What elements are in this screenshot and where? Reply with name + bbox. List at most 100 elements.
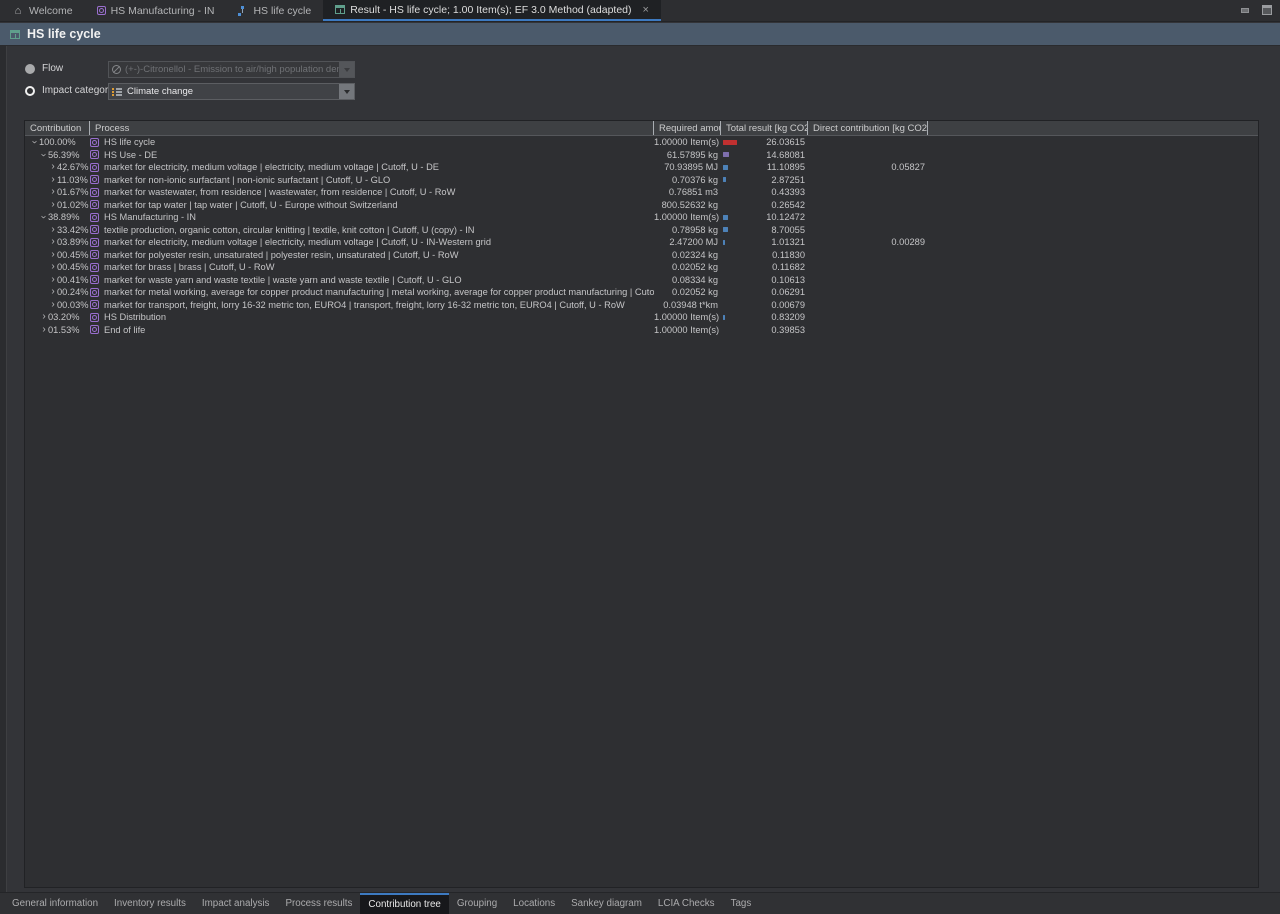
tree-row[interactable]: ›42.67%market for electricity, medium vo… <box>25 161 1258 174</box>
result-tab-lcia-checks[interactable]: LCIA Checks <box>650 893 723 914</box>
editor-tab[interactable]: Result - HS life cycle; 1.00 Item(s); EF… <box>323 0 661 21</box>
required-amount-cell: 0.03948 t*km <box>654 300 721 310</box>
contribution-bar <box>723 140 737 145</box>
result-tab-impact-analysis[interactable]: Impact analysis <box>194 893 278 914</box>
tree-row[interactable]: ›03.89%market for electricity, medium vo… <box>25 236 1258 249</box>
direct-contribution-cell: 0.05827 <box>807 162 926 172</box>
process-icon <box>90 300 99 309</box>
flow-dropdown[interactable]: (+-)-Citronellol - Emission to air/high … <box>108 61 355 78</box>
minimize-icon[interactable] <box>1240 5 1250 14</box>
expand-chevron-icon[interactable]: › <box>40 312 48 322</box>
editor-tab-label: HS Manufacturing - IN <box>111 5 215 17</box>
collapse-chevron-icon[interactable]: › <box>29 138 39 146</box>
required-amount-cell: 0.02052 kg <box>654 262 721 272</box>
expand-chevron-icon[interactable]: › <box>49 262 57 272</box>
contribution-percent: 56.39% <box>48 150 80 160</box>
tree-row[interactable]: ›00.41%market for waste yarn and waste t… <box>25 274 1258 287</box>
chevron-down-icon[interactable] <box>339 62 354 77</box>
impact-radio-row: Impact category <box>25 85 113 96</box>
result-tab-process-results[interactable]: Process results <box>277 893 360 914</box>
process-cell: HS Distribution <box>90 312 654 322</box>
required-amount-cell: 0.76851 m3 <box>654 187 721 197</box>
application-window: Welcome HS Manufacturing - IN HS life cycl… <box>0 0 1280 914</box>
expand-chevron-icon[interactable]: › <box>49 200 57 210</box>
required-amount-cell: 0.78958 kg <box>654 225 721 235</box>
process-cell: HS Manufacturing - IN <box>90 212 654 222</box>
impact-category-dropdown[interactable]: Climate change <box>108 83 355 100</box>
tree-row[interactable]: ›01.53%End of life1.00000 Item(s)0.39853 <box>25 324 1258 337</box>
expand-chevron-icon[interactable]: › <box>40 325 48 335</box>
expand-chevron-icon[interactable]: › <box>49 287 57 297</box>
result-tab-contribution-tree[interactable]: Contribution tree <box>360 893 448 914</box>
tree-row[interactable]: ›01.67%market for wastewater, from resid… <box>25 186 1258 199</box>
collapse-chevron-icon[interactable]: › <box>38 151 48 159</box>
tree-row[interactable]: ›56.39%HS Use - DE61.57895 kg14.68081 <box>25 149 1258 162</box>
contribution-bar-cell <box>721 140 741 145</box>
expand-chevron-icon[interactable]: › <box>49 175 57 185</box>
contribution-percent: 01.02% <box>57 200 89 210</box>
result-tab-general-information[interactable]: General information <box>4 893 106 914</box>
contribution-cell: ›00.03% <box>25 300 90 310</box>
contribution-bar-cell <box>721 315 741 320</box>
tree-row[interactable]: ›33.42%textile production, organic cotto… <box>25 224 1258 237</box>
tree-row[interactable]: ›03.20%HS Distribution1.00000 Item(s)0.8… <box>25 311 1258 324</box>
flow-radio[interactable] <box>25 64 35 74</box>
result-tab-tags[interactable]: Tags <box>723 893 760 914</box>
expand-chevron-icon[interactable]: › <box>49 225 57 235</box>
tree-row[interactable]: ›00.45%market for polyester resin, unsat… <box>25 249 1258 262</box>
editor-tab-label: Result - HS life cycle; 1.00 Item(s); EF… <box>350 4 631 16</box>
result-page-tab-bar: General informationInventory resultsImpa… <box>0 892 1280 914</box>
expand-chevron-icon[interactable]: › <box>49 162 57 172</box>
total-result-cell: 0.83209 <box>741 312 807 322</box>
tree-row[interactable]: ›01.02%market for tap water | tap water … <box>25 199 1258 212</box>
total-result-cell: 0.11830 <box>741 250 807 260</box>
close-icon[interactable]: × <box>643 4 649 16</box>
column-header-required-amount[interactable]: Required amount <box>654 121 721 135</box>
contribution-bar-cell <box>721 215 741 220</box>
column-header-contribution[interactable]: Contribution <box>25 121 90 135</box>
editor-tab[interactable]: HS Manufacturing - IN <box>85 0 227 21</box>
result-tab-locations[interactable]: Locations <box>505 893 563 914</box>
impact-category-icon <box>112 87 123 97</box>
tree-row[interactable]: ›00.03%market for transport, freight, lo… <box>25 299 1258 312</box>
restore-icon[interactable] <box>1262 5 1272 15</box>
expand-chevron-icon[interactable]: › <box>49 300 57 310</box>
required-amount-cell: 70.93895 MJ <box>654 162 721 172</box>
impact-category-radio[interactable] <box>25 86 35 96</box>
result-tab-inventory-results[interactable]: Inventory results <box>106 893 194 914</box>
flow-icon <box>112 65 121 74</box>
left-edge-strip <box>0 46 7 892</box>
result-tab-grouping[interactable]: Grouping <box>449 893 505 914</box>
total-result-cell: 0.39853 <box>741 325 807 335</box>
tree-row[interactable]: ›11.03%market for non-ionic surfactant |… <box>25 174 1258 187</box>
tree-row[interactable]: ›00.24%market for metal working, average… <box>25 286 1258 299</box>
tree-row[interactable]: ›100.00%HS life cycle1.00000 Item(s)26.0… <box>25 136 1258 149</box>
contribution-percent: 03.89% <box>57 237 89 247</box>
expand-chevron-icon[interactable]: › <box>49 237 57 247</box>
required-amount-cell: 0.70376 kg <box>654 175 721 185</box>
process-icon <box>97 6 106 15</box>
column-header-total-result[interactable]: Total result [kg CO2 eq] <box>721 121 808 135</box>
total-result-cell: 0.06291 <box>741 287 807 297</box>
tree-row[interactable]: ›00.45%market for brass | brass | Cutoff… <box>25 261 1258 274</box>
expand-chevron-icon[interactable]: › <box>49 250 57 260</box>
result-tab-sankey-diagram[interactable]: Sankey diagram <box>563 893 650 914</box>
contribution-bar <box>723 152 729 157</box>
impact-icon-wrap <box>109 87 123 97</box>
process-icon <box>90 275 99 284</box>
editor-tab[interactable]: HS life cycle <box>226 0 323 21</box>
process-cell: market for brass | brass | Cutoff, U - R… <box>90 262 654 272</box>
total-result-cell: 8.70055 <box>741 225 807 235</box>
chevron-down-icon[interactable] <box>339 84 354 99</box>
view-header: HS life cycle <box>0 23 1280 46</box>
result-icon <box>335 5 345 14</box>
contribution-cell: ›42.67% <box>25 162 90 172</box>
column-header-direct-contribution[interactable]: Direct contribution [kg CO2 eq] <box>808 121 928 135</box>
editor-tab[interactable]: Welcome <box>0 0 85 21</box>
collapse-chevron-icon[interactable]: › <box>38 213 48 221</box>
expand-chevron-icon[interactable]: › <box>49 187 57 197</box>
required-amount-cell: 1.00000 Item(s) <box>654 212 721 222</box>
expand-chevron-icon[interactable]: › <box>49 275 57 285</box>
tree-row[interactable]: ›38.89%HS Manufacturing - IN1.00000 Item… <box>25 211 1258 224</box>
column-header-process[interactable]: Process <box>90 121 654 135</box>
